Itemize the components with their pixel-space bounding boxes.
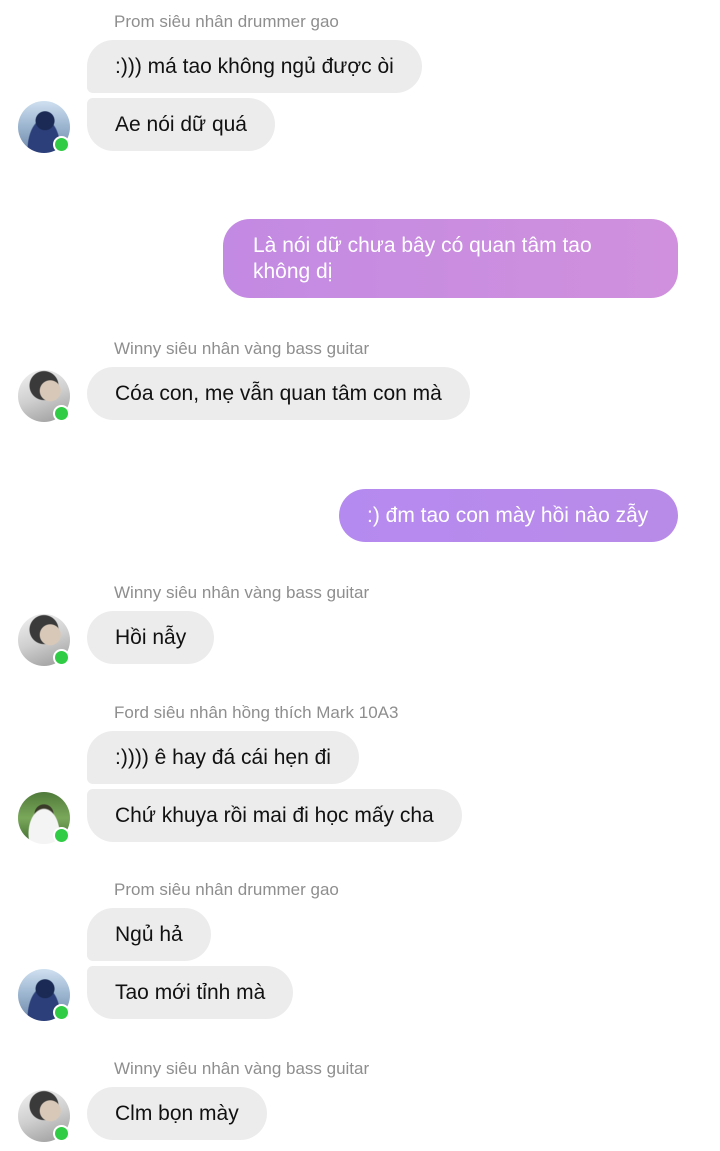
avatar[interactable] xyxy=(18,370,70,422)
message-bubble[interactable]: :))) má tao không ngủ được òi xyxy=(87,40,422,93)
online-status-dot-icon xyxy=(53,405,70,422)
outgoing-message-bubble[interactable]: :) đm tao con mày hồi nào zẫy xyxy=(339,489,678,542)
online-status-dot-icon xyxy=(53,1125,70,1142)
message-bubble[interactable]: Tao mới tỉnh mà xyxy=(87,966,294,1019)
avatar[interactable] xyxy=(18,614,70,666)
avatar[interactable] xyxy=(18,101,70,153)
message-bubble[interactable]: Ae nói dữ quá xyxy=(87,98,275,151)
message-bubble[interactable]: Cóa con, mẹ vẫn quan tâm con mà xyxy=(87,367,470,420)
message-bubble[interactable]: Hồi nẫy xyxy=(87,611,215,664)
avatar[interactable] xyxy=(18,792,70,844)
sender-name: Winny siêu nhân vàng bass guitar xyxy=(114,583,370,602)
outgoing-message-bubble[interactable]: Là nói dữ chưa bây có quan tâm tao không… xyxy=(223,219,678,298)
message-bubble[interactable]: Ngủ hả xyxy=(87,908,211,961)
online-status-dot-icon xyxy=(53,136,70,153)
online-status-dot-icon xyxy=(53,827,70,844)
online-status-dot-icon xyxy=(53,1004,70,1021)
message-bubble[interactable]: Chứ khuya rồi mai đi học mấy cha xyxy=(87,789,462,842)
avatar[interactable] xyxy=(18,1090,70,1142)
message-bubble[interactable]: Clm bọn mày xyxy=(87,1087,267,1140)
sender-name: Prom siêu nhân drummer gao xyxy=(114,880,339,899)
message-bubble[interactable]: :)))) ê hay đá cái hẹn đi xyxy=(87,731,359,784)
sender-name: Prom siêu nhân drummer gao xyxy=(114,12,339,31)
sender-name: Winny siêu nhân vàng bass guitar xyxy=(114,1059,370,1078)
online-status-dot-icon xyxy=(53,649,70,666)
sender-name: Ford siêu nhân hồng thích Mark 10A3 xyxy=(114,703,399,722)
avatar[interactable] xyxy=(18,969,70,1021)
sender-name: Winny siêu nhân vàng bass guitar xyxy=(114,339,370,358)
